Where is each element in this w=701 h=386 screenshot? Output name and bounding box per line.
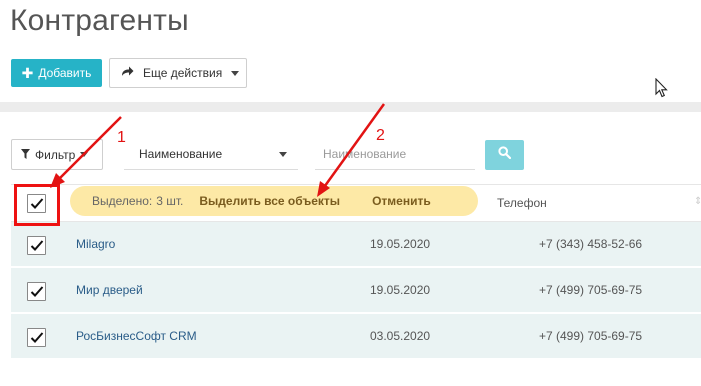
- chevron-down-icon: [80, 152, 89, 157]
- row-date: 03.05.2020: [370, 329, 431, 343]
- row-checkbox[interactable]: [27, 328, 46, 347]
- plus-icon: ✚: [21, 65, 34, 81]
- section-divider: [0, 102, 701, 112]
- cancel-selection-link[interactable]: Отменить: [372, 194, 431, 208]
- row-name-link[interactable]: Milagro: [76, 237, 115, 251]
- row-checkbox[interactable]: [27, 282, 46, 301]
- column-header-phone[interactable]: Телефон: [497, 196, 547, 210]
- magnifier-icon: [498, 146, 512, 164]
- row-phone: +7 (499) 705-69-75: [539, 329, 643, 343]
- filter-field-select[interactable]: Наименование: [124, 139, 298, 170]
- add-button-label: Добавить: [38, 66, 92, 80]
- annotation-highlight-box: [14, 184, 60, 226]
- more-actions-label: Еще действия: [143, 66, 223, 80]
- annotation-label-1: 1: [117, 129, 126, 146]
- checkmark-icon: [30, 332, 44, 343]
- selected-count: 3 шт.: [156, 194, 184, 208]
- filter-label: Фильтр: [35, 147, 76, 162]
- row-phone: +7 (499) 705-69-75: [539, 283, 643, 297]
- more-actions-button[interactable]: Еще действия: [109, 58, 247, 88]
- mouse-pointer-icon: [655, 77, 669, 103]
- row-name-link[interactable]: Мир дверей: [76, 283, 143, 297]
- filter-button[interactable]: Фильтр: [11, 139, 103, 170]
- filter-field-value: Наименование: [139, 147, 223, 161]
- search-input[interactable]: [315, 139, 475, 170]
- table-row[interactable]: РосБизнесСофт CRM 03.05.2020 +7 (499) 70…: [11, 314, 701, 359]
- row-date: 19.05.2020: [370, 237, 431, 251]
- selection-bar: Выделено: 3 шт. Выделить все объекты Отм…: [70, 186, 478, 216]
- select-all-objects-link[interactable]: Выделить все объекты: [199, 194, 340, 208]
- chevron-down-icon: [279, 151, 287, 157]
- checkmark-icon: [30, 286, 44, 297]
- row-phone: +7 (343) 458-52-66: [539, 237, 643, 251]
- search-button[interactable]: [485, 140, 524, 170]
- table-row[interactable]: Мир дверей 19.05.2020 +7 (499) 705-69-75: [11, 268, 701, 313]
- selected-label: Выделено:: [92, 194, 153, 208]
- row-date: 19.05.2020: [370, 283, 431, 297]
- funnel-icon: [21, 148, 30, 162]
- page-title: Контрагенты: [10, 4, 189, 37]
- annotation-label-2: 2: [376, 127, 385, 144]
- chevron-down-icon: [231, 70, 240, 76]
- add-button[interactable]: ✚ Добавить: [11, 59, 102, 87]
- row-checkbox[interactable]: [27, 236, 46, 255]
- share-arrow-icon: [121, 66, 134, 80]
- checkmark-icon: [30, 240, 44, 251]
- sort-icon[interactable]: ⇕: [694, 196, 701, 207]
- table-row[interactable]: Milagro 19.05.2020 +7 (343) 458-52-66: [11, 222, 701, 267]
- row-name-link[interactable]: РосБизнесСофт CRM: [76, 329, 197, 343]
